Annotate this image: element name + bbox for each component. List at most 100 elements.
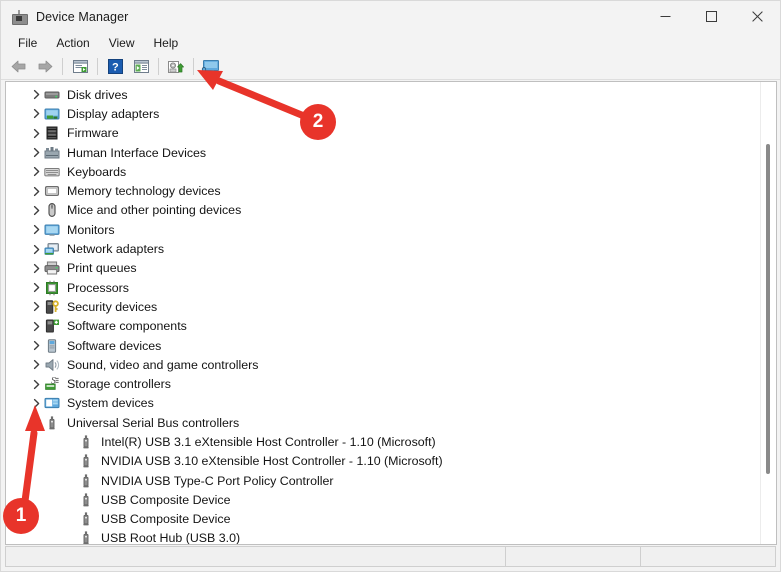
tree-item[interactable]: Display adapters (6, 104, 761, 123)
back-button[interactable] (6, 56, 32, 78)
collapse-chevron-icon[interactable] (28, 413, 44, 432)
tree-item[interactable]: Firmware (6, 124, 761, 143)
mouse-icon (44, 202, 60, 218)
tree-item-label: Display adapters (67, 106, 160, 121)
expand-chevron-icon[interactable] (28, 394, 44, 413)
tree-item-label: NVIDIA USB Type-C Port Policy Controller (101, 473, 334, 488)
status-bar (5, 546, 776, 567)
tree-item[interactable]: Disk drives (6, 85, 761, 104)
no-chevron (62, 510, 78, 529)
menu-item-help[interactable]: Help (145, 33, 188, 53)
update-driver-icon (168, 60, 184, 73)
expand-chevron-icon[interactable] (28, 201, 44, 220)
expand-chevron-icon[interactable] (28, 317, 44, 336)
usb-icon (78, 434, 94, 450)
device-manager-icon (11, 9, 28, 25)
tree-item-label: Sound, video and game controllers (67, 357, 259, 372)
menu-bar: File Action View Help (1, 32, 780, 54)
tree-item[interactable]: Software components (6, 317, 761, 336)
tree-item[interactable]: USB Composite Device (6, 490, 761, 509)
show-details-button[interactable] (128, 56, 154, 78)
no-chevron (62, 490, 78, 509)
tree-item-label: Human Interface Devices (67, 145, 207, 160)
expand-chevron-icon[interactable] (28, 104, 44, 123)
menu-item-view[interactable]: View (100, 33, 144, 53)
expand-chevron-icon[interactable] (28, 259, 44, 278)
tree-item[interactable]: S Storage controllers (6, 374, 761, 393)
tree-item[interactable]: USB Composite Device (6, 510, 761, 529)
expand-chevron-icon[interactable] (28, 220, 44, 239)
tree-item[interactable]: Intel(R) USB 3.1 eXtensible Host Control… (6, 432, 761, 451)
tree-item[interactable]: Software devices (6, 336, 761, 355)
tree-item[interactable]: Memory technology devices (6, 181, 761, 200)
tree-item[interactable]: USB Root Hub (USB 3.0) (6, 529, 761, 544)
tree-item-label: System devices (67, 396, 154, 411)
expand-chevron-icon[interactable] (28, 124, 44, 143)
tree-item-label: Monitors (67, 222, 115, 237)
tree-item[interactable]: Sound, video and game controllers (6, 355, 761, 374)
update-driver-button[interactable] (163, 56, 189, 78)
close-icon[interactable] (734, 1, 780, 32)
tree-item[interactable]: Monitors (6, 220, 761, 239)
tree-item-label: USB Root Hub (USB 3.0) (101, 531, 241, 544)
processor-icon (44, 280, 60, 296)
tree-item[interactable]: Print queues (6, 259, 761, 278)
tree-item-label: Software devices (67, 338, 162, 353)
scan-hardware-changes-button[interactable] (198, 56, 224, 78)
question-mark-icon: ? (107, 59, 123, 74)
tree-item[interactable]: Mice and other pointing devices (6, 201, 761, 220)
window-controls (642, 1, 780, 32)
expand-chevron-icon[interactable] (28, 297, 44, 316)
tree-item[interactable]: NVIDIA USB Type-C Port Policy Controller (6, 471, 761, 490)
expand-chevron-icon[interactable] (28, 85, 44, 104)
usb-icon (78, 492, 94, 508)
toolbar-separator (158, 58, 159, 75)
properties-button[interactable] (67, 56, 93, 78)
expand-chevron-icon[interactable] (28, 336, 44, 355)
vertical-scrollbar[interactable] (760, 82, 776, 544)
help-button[interactable]: ? (102, 56, 128, 78)
tree-item-label: Intel(R) USB 3.1 eXtensible Host Control… (101, 434, 436, 449)
device-tree[interactable]: Disk drives Display adapters Firmware Human… (6, 82, 761, 544)
tree-item[interactable]: Processors (6, 278, 761, 297)
memory-icon (44, 183, 60, 199)
tree-item[interactable]: System devices (6, 394, 761, 413)
scrollbar-thumb[interactable] (766, 144, 770, 474)
status-text (6, 547, 505, 566)
forward-button[interactable] (32, 56, 58, 78)
tree-item-label: Memory technology devices (67, 184, 221, 199)
tree-item[interactable]: Universal Serial Bus controllers (6, 413, 761, 432)
maximize-icon[interactable] (688, 1, 734, 32)
tree-item-label: USB Composite Device (101, 512, 231, 527)
tree-item[interactable]: Network adapters (6, 239, 761, 258)
menu-item-action[interactable]: Action (47, 33, 98, 53)
printer-icon (44, 260, 60, 276)
tree-item[interactable]: Keyboards (6, 162, 761, 181)
firmware-icon (44, 125, 60, 141)
keyboard-icon (44, 164, 60, 180)
details-pane-icon (133, 60, 149, 73)
usb-icon (78, 453, 94, 469)
no-chevron (62, 529, 78, 544)
expand-chevron-icon[interactable] (28, 143, 44, 162)
tree-item-label: Security devices (67, 299, 158, 314)
display-adapter-icon (44, 106, 60, 122)
security-device-icon (44, 299, 60, 315)
tree-item[interactable]: Security devices (6, 297, 761, 316)
menu-item-file[interactable]: File (9, 33, 46, 53)
expand-chevron-icon[interactable] (28, 278, 44, 297)
expand-chevron-icon[interactable] (28, 162, 44, 181)
tree-item[interactable]: Human Interface Devices (6, 143, 761, 162)
expand-chevron-icon[interactable] (28, 182, 44, 201)
disk-drive-icon (44, 87, 60, 103)
tree-item-label: Software components (67, 319, 187, 334)
svg-text:S: S (51, 377, 56, 387)
minimize-icon[interactable] (642, 1, 688, 32)
tree-item[interactable]: NVIDIA USB 3.10 eXtensible Host Controll… (6, 452, 761, 471)
expand-chevron-icon[interactable] (28, 240, 44, 259)
expand-chevron-icon[interactable] (28, 375, 44, 394)
arrow-left-icon (11, 60, 26, 73)
software-device-icon (44, 338, 60, 354)
properties-icon (72, 60, 88, 73)
expand-chevron-icon[interactable] (28, 355, 44, 374)
